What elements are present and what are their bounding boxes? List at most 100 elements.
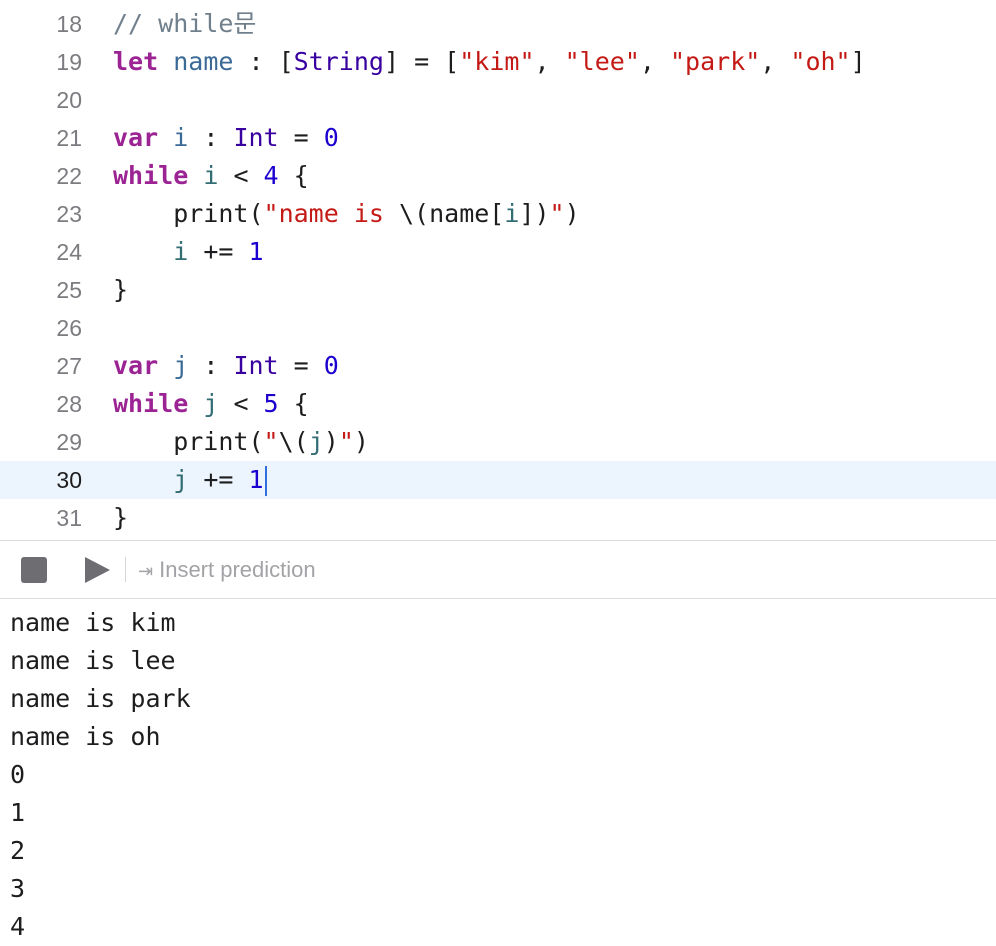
line-number: 19 — [56, 49, 82, 75]
code-token: 5 — [263, 389, 279, 418]
tab-arrow-icon: ⇥ — [138, 561, 154, 581]
insert-prediction-button[interactable]: ⇥ Insert prediction — [138, 555, 316, 585]
code-line[interactable]: 27 var j : Int = 0 — [0, 347, 996, 385]
code-token: = — [278, 351, 324, 380]
code-token: : — [188, 351, 234, 380]
code-line[interactable]: 23 print("name is \(name[i])") — [0, 195, 996, 233]
code-token: < — [218, 161, 264, 190]
code-token: var — [113, 123, 159, 152]
code-line[interactable]: 24 i += 1 — [0, 233, 996, 271]
code-token: } — [113, 275, 129, 304]
console-line: name is park — [10, 684, 191, 713]
code-token: "park" — [669, 47, 761, 76]
code-token: < — [218, 389, 264, 418]
code-token: 1 — [248, 465, 264, 494]
code-token: i — [173, 123, 189, 152]
code-token: " — [338, 427, 354, 456]
console-line: 1 — [10, 798, 26, 827]
code-line[interactable]: 29 print("\(j)") — [0, 423, 996, 461]
stop-button[interactable] — [21, 557, 47, 583]
line-number: 20 — [56, 87, 82, 113]
code-text: while i < 4 { — [113, 157, 309, 195]
toolbar-divider — [125, 557, 126, 582]
code-token: j — [173, 465, 189, 494]
code-line[interactable]: 28 while j < 5 { — [0, 385, 996, 423]
console-line: name is kim — [10, 608, 176, 637]
code-token: name — [173, 47, 234, 76]
code-line[interactable]: 20 — [0, 81, 996, 119]
console-line: name is lee — [10, 646, 176, 675]
console-line: 4 — [10, 912, 26, 941]
code-text: var i : Int = 0 — [113, 119, 339, 157]
code-token: j — [203, 389, 219, 418]
code-token: " — [549, 199, 565, 228]
code-token: \( — [278, 427, 309, 456]
code-line[interactable]: 18 // while문 — [0, 5, 996, 43]
code-token: print( — [113, 199, 264, 228]
line-number: 22 — [56, 163, 82, 189]
code-token: { — [278, 161, 309, 190]
code-token: var — [113, 351, 159, 380]
code-line[interactable]: 26 — [0, 309, 996, 347]
code-line[interactable]: 22 while i < 4 { — [0, 157, 996, 195]
code-token: 4 — [263, 161, 279, 190]
code-line[interactable]: 30 j += 1 — [0, 461, 996, 499]
code-token: ) — [323, 427, 339, 456]
debug-toolbar: ⇥ Insert prediction — [0, 540, 996, 599]
code-token: i — [203, 161, 219, 190]
code-text: print("name is \(name[i])") — [113, 195, 580, 233]
code-text: i += 1 — [113, 233, 264, 271]
code-text: j += 1 — [113, 461, 267, 499]
console-line: 0 — [10, 760, 26, 789]
code-line[interactable]: 21 var i : Int = 0 — [0, 119, 996, 157]
code-line[interactable]: 19 let name : [String] = ["kim", "lee", "… — [0, 43, 996, 81]
code-token: "oh" — [790, 47, 851, 76]
code-text: // while문 — [113, 5, 256, 43]
code-token: 1 — [248, 237, 264, 266]
code-text: } — [113, 271, 128, 309]
code-token: : [ — [233, 47, 294, 76]
code-token: Int — [233, 351, 279, 380]
code-token: : — [188, 123, 234, 152]
code-line[interactable]: 25} — [0, 271, 996, 309]
line-number: 21 — [56, 125, 82, 151]
code-token: "lee" — [564, 47, 640, 76]
code-text: while j < 5 { — [113, 385, 309, 423]
console-line: name is oh — [10, 722, 161, 751]
insert-prediction-label: Insert prediction — [159, 557, 316, 582]
console-line: 3 — [10, 874, 26, 903]
code-token: , — [639, 47, 670, 76]
code-line[interactable]: 31} — [0, 499, 996, 537]
line-number: 18 — [56, 11, 82, 37]
code-text: let name : [String] = ["kim", "lee", "pa… — [113, 43, 866, 81]
code-token: while — [113, 161, 189, 190]
code-token: 0 — [323, 351, 339, 380]
line-number: 26 — [56, 315, 82, 341]
code-token: print( — [113, 427, 264, 456]
text-cursor — [264, 466, 267, 496]
code-token: , — [534, 47, 565, 76]
code-token: j — [308, 427, 324, 456]
play-icon[interactable] — [82, 555, 112, 585]
code-token: ]) — [519, 199, 550, 228]
code-text: } — [113, 499, 128, 537]
line-number: 30 — [56, 467, 82, 493]
console-line: 2 — [10, 836, 26, 865]
code-token: ] — [850, 47, 866, 76]
line-number: 28 — [56, 391, 82, 417]
console-output: name is kim name is lee name is park name i… — [10, 604, 990, 946]
code-token: ) — [564, 199, 580, 228]
code-token: let — [113, 47, 159, 76]
code-text: print("\(j)") — [113, 423, 369, 461]
code-editor[interactable]: 18 // while문 19 let name : [String] = ["kim… — [0, 0, 996, 540]
code-token: += — [188, 465, 249, 494]
code-text: var j : Int = 0 — [113, 347, 339, 385]
code-token: i — [504, 199, 520, 228]
code-token: // while문 — [113, 9, 257, 38]
